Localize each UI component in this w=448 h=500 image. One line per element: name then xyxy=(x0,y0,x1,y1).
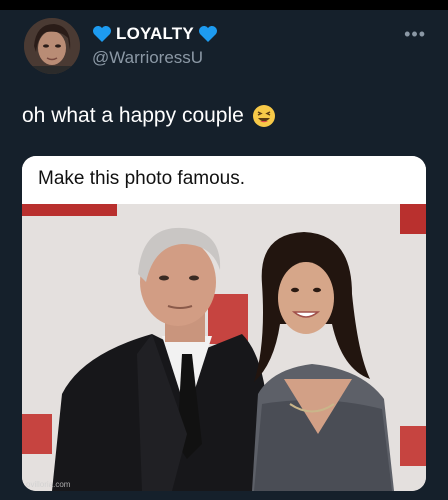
display-name[interactable]: LOYALTY xyxy=(116,24,194,44)
more-options-icon[interactable]: ••• xyxy=(404,24,426,45)
blue-heart-icon xyxy=(93,26,111,42)
status-bar xyxy=(0,0,448,10)
grinning-squinting-face-icon xyxy=(252,105,275,127)
user-handle[interactable]: @WarrioressU xyxy=(92,48,203,68)
watermark: ovilloria.com xyxy=(26,480,71,489)
media-caption-bar: Make this photo famous. xyxy=(22,156,426,205)
tweet-text: oh what a happy couple xyxy=(22,104,276,128)
couple-photo xyxy=(22,204,426,491)
tweet-media[interactable]: Make this photo famous. ovilloria.com xyxy=(22,156,426,491)
tweet-body: oh what a happy couple xyxy=(22,104,244,127)
media-caption: Make this photo famous. xyxy=(38,168,245,189)
avatar[interactable] xyxy=(24,18,80,74)
avatar-image xyxy=(24,18,80,74)
tweet-card[interactable]: LOYALTY @WarrioressU ••• oh what a happy… xyxy=(0,10,448,500)
blue-heart-icon xyxy=(198,26,217,42)
user-name-row: LOYALTY xyxy=(92,24,218,44)
